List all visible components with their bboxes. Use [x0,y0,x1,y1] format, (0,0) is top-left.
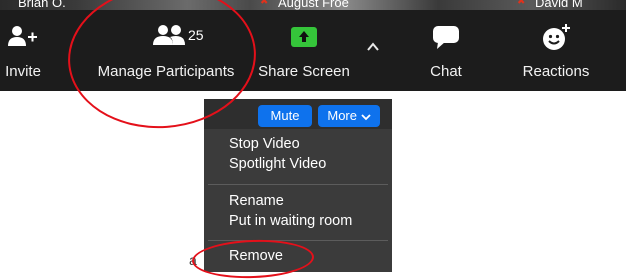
menu-divider [208,184,388,185]
chevron-up-icon[interactable] [366,40,380,54]
chat-label: Chat [430,63,462,80]
put-in-waiting-room-item[interactable]: Put in waiting room [229,213,352,229]
spotlight-video-item[interactable]: Spotlight Video [229,156,326,172]
mute-button[interactable]: Mute [258,105,312,127]
add-person-icon [8,26,37,46]
strip-participant-name: David M [535,0,583,10]
muted-mic-icon: ✖ [260,0,269,7]
share-screen-button[interactable]: Share Screen [254,18,354,88]
stop-video-item[interactable]: Stop Video [229,136,300,152]
chat-button[interactable]: Chat [418,18,474,88]
more-button[interactable]: More [318,105,380,127]
reactions-label: Reactions [522,63,590,80]
share-screen-label: Share Screen [258,63,350,80]
muted-mic-icon: ✖ [517,0,526,7]
share-screen-arrow-icon [291,27,317,47]
invite-button[interactable]: Invite [0,18,46,88]
reactions-button[interactable]: Reactions [514,18,598,88]
chat-bubble-icon [433,26,459,49]
smiley-plus-icon [543,24,570,50]
strip-participant-name: Brian O. [18,0,66,10]
strip-participant-name: August Froe [278,0,349,10]
chevron-down-icon [360,113,371,120]
invite-label: Invite [5,63,41,80]
rename-item[interactable]: Rename [229,193,284,209]
more-label: More [327,108,357,123]
participant-row-controls: Mute More [204,99,392,129]
